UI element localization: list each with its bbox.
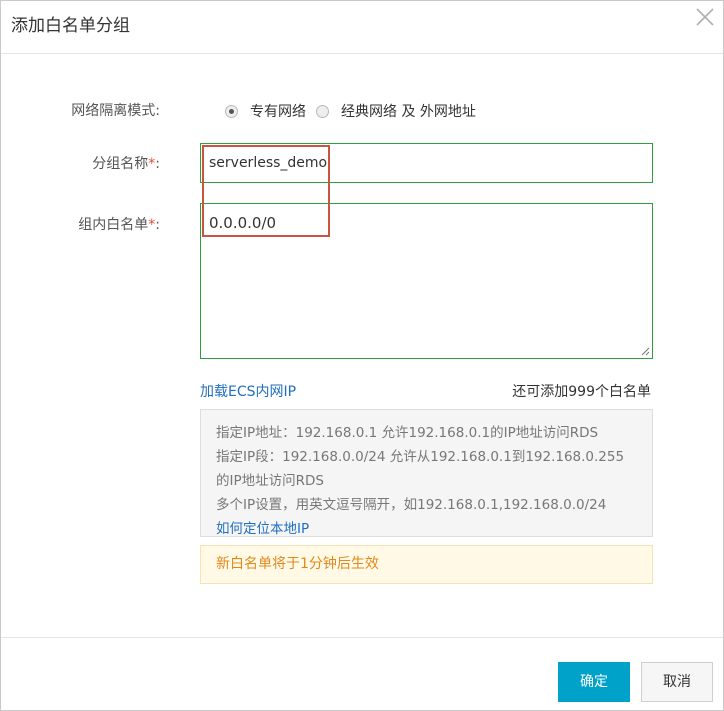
radio-vpc-label[interactable]: 专有网络 [250, 101, 306, 121]
whitelist-label: 组内白名单*: [78, 214, 160, 234]
group-name-input[interactable]: serverless_demo [200, 143, 653, 183]
add-whitelist-group-dialog: 添加白名单分组 网络隔离模式: 专有网络 经典网络 及 外网地址 分组名称*: … [0, 0, 724, 711]
group-name-label-text: 分组名称 [92, 156, 149, 172]
help-line: 多个IP设置，用英文逗号隔开，如192.168.0.1,192.168.0.0/… [216, 497, 607, 513]
resize-handle-icon[interactable] [641, 347, 650, 356]
help-line: 的IP地址访问RDS [216, 473, 324, 489]
load-ecs-ip-link[interactable]: 加载ECS内网IP [200, 381, 296, 401]
label-suffix: : [155, 217, 160, 233]
radio-classic-label[interactable]: 经典网络 及 外网地址 [341, 101, 476, 121]
label-suffix: : [155, 156, 160, 172]
radio-vpc[interactable] [225, 104, 238, 118]
help-line: 指定IP地址：192.168.0.1 允许192.168.0.1的IP地址访问R… [216, 425, 599, 441]
whitelist-value: 0.0.0.0/0 [209, 214, 277, 232]
whitelist-label-text: 组内白名单 [78, 217, 149, 233]
cancel-button[interactable]: 取消 [641, 662, 713, 702]
whitelist-textarea[interactable]: 0.0.0.0/0 [200, 203, 653, 359]
remaining-count-text: 还可添加999个白名单 [512, 384, 651, 400]
notice-banner: 新白名单将于1分钟后生效 [200, 545, 653, 584]
help-line: 指定IP段：192.168.0.0/24 允许从192.168.0.1到192.… [216, 449, 625, 465]
dialog-title: 添加白名单分组 [11, 16, 130, 36]
close-icon[interactable] [695, 7, 715, 27]
network-mode-label: 网络隔离模式: [71, 103, 160, 119]
confirm-button[interactable]: 确定 [558, 662, 630, 702]
locate-local-ip-link[interactable]: 如何定位本地IP [216, 521, 309, 537]
dialog-header: 添加白名单分组 [1, 1, 723, 54]
dialog-footer: 确定 取消 [1, 637, 723, 711]
network-mode-radio-group: 专有网络 经典网络 及 外网地址 [225, 100, 486, 122]
group-name-label: 分组名称*: [92, 153, 160, 173]
help-box: 指定IP地址：192.168.0.1 允许192.168.0.1的IP地址访问R… [200, 409, 653, 537]
radio-classic[interactable] [316, 104, 329, 118]
